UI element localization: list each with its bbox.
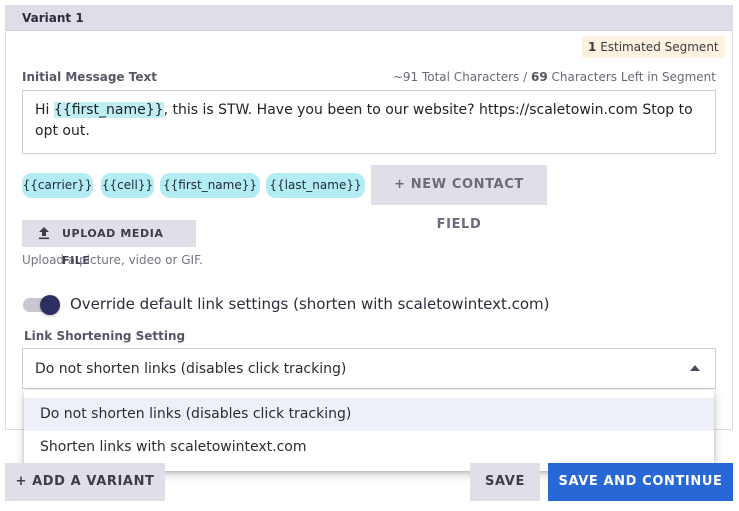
message-token-first-name: {{first_name}} xyxy=(53,102,164,118)
chars-left-label: Characters Left in Segment xyxy=(551,70,716,84)
upload-media-button[interactable]: UPLOAD MEDIA FILE xyxy=(22,220,196,267)
segment-count: 1 xyxy=(588,40,597,54)
add-variant-button[interactable]: + ADD A VARIANT xyxy=(5,463,165,501)
override-toggle-knob[interactable] xyxy=(40,295,60,315)
segment-label: Estimated Segment xyxy=(600,40,719,54)
upload-icon xyxy=(39,227,49,240)
dropdown-option-no-shorten[interactable]: Do not shorten links (disables click tra… xyxy=(24,398,714,431)
total-chars: ~91 xyxy=(392,70,419,84)
contact-field-chip-last-name[interactable]: {{last_name}} xyxy=(266,173,365,198)
variant-header: Variant 1 xyxy=(6,6,732,31)
contact-field-chip-carrier[interactable]: {{carrier}} xyxy=(22,173,93,198)
contact-field-chip-cell[interactable]: {{cell}} xyxy=(101,173,154,198)
message-label: Initial Message Text xyxy=(22,70,157,84)
link-shortening-select[interactable]: Do not shorten links (disables click tra… xyxy=(22,348,716,389)
dropdown-option-shorten[interactable]: Shorten links with scaletowintext.com xyxy=(24,431,714,464)
estimated-segment-badge: 1 Estimated Segment xyxy=(582,36,725,58)
message-text-prefix: Hi xyxy=(35,102,54,118)
link-shortening-dropdown: Do not shorten links (disables click tra… xyxy=(24,390,714,471)
character-count: ~91 Total Characters / 69 Characters Lef… xyxy=(330,70,716,84)
link-shortening-label: Link Shortening Setting xyxy=(24,329,186,343)
chars-left: 69 xyxy=(531,70,548,84)
contact-field-chip-first-name[interactable]: {{first_name}} xyxy=(160,173,260,198)
save-and-continue-button[interactable]: SAVE AND CONTINUE xyxy=(548,463,733,501)
upload-help-text: Upload a picture, video or GIF. xyxy=(22,253,203,267)
total-chars-label: Total Characters / xyxy=(421,70,528,84)
message-text-input[interactable]: Hi {{first_name}}, this is STW. Have you… xyxy=(22,90,716,154)
new-contact-field-button[interactable]: + NEW CONTACT FIELD xyxy=(371,165,547,232)
caret-up-icon[interactable] xyxy=(690,365,700,371)
save-button[interactable]: SAVE xyxy=(470,463,540,501)
override-toggle-label: Override default link settings (shorten … xyxy=(70,295,550,313)
